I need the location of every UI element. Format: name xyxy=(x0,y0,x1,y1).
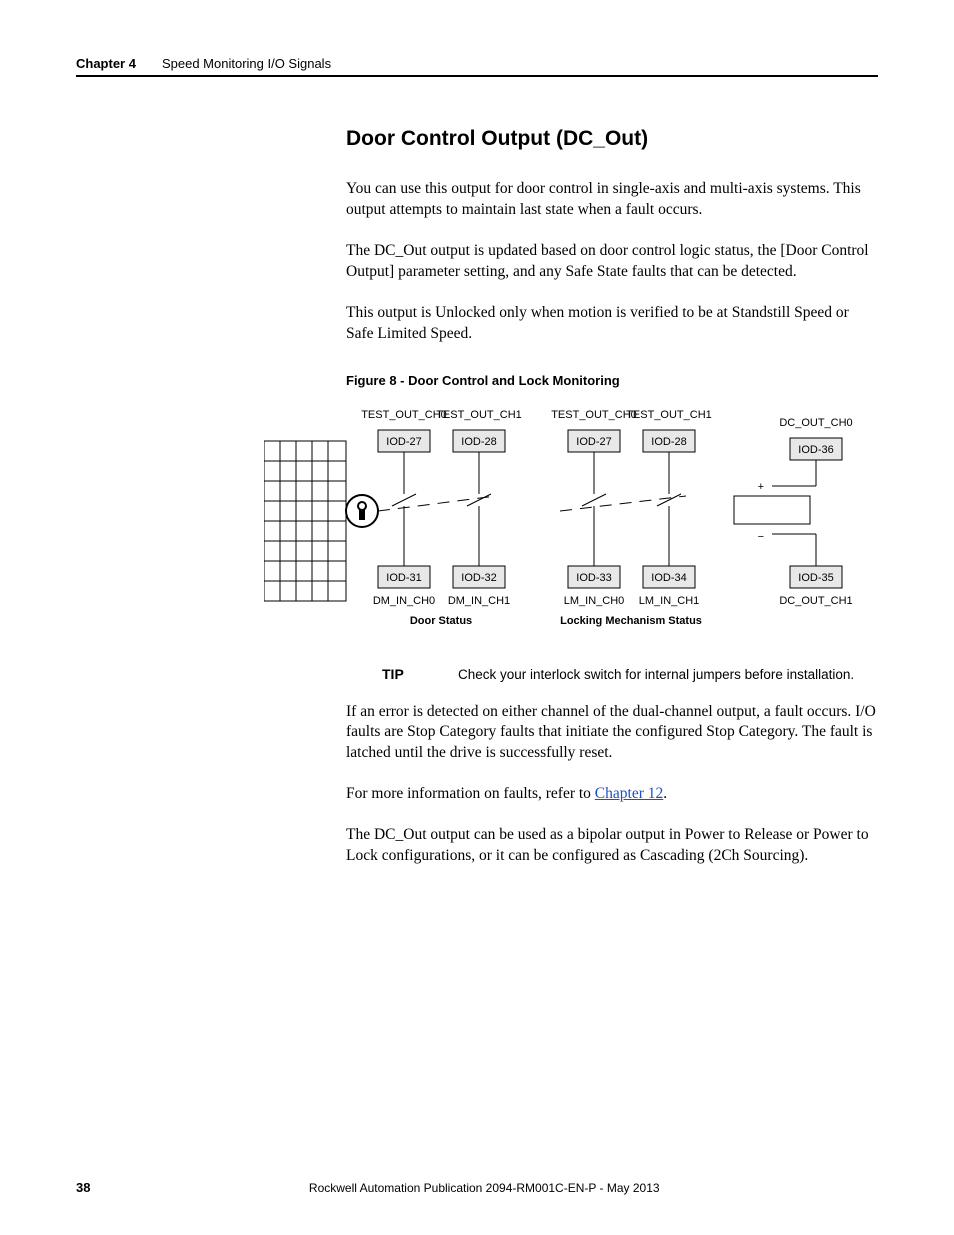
paragraph: If an error is detected on either channe… xyxy=(346,702,878,765)
tip-row: TIP Check your interlock switch for inte… xyxy=(382,666,878,682)
paragraph: For more information on faults, refer to… xyxy=(346,784,878,805)
page-number: 38 xyxy=(76,1180,90,1195)
svg-text:−: − xyxy=(758,531,764,543)
section-label: Speed Monitoring I/O Signals xyxy=(162,56,331,71)
svg-text:DM_IN_CH0: DM_IN_CH0 xyxy=(373,595,435,607)
svg-text:IOD-31: IOD-31 xyxy=(386,572,421,584)
svg-text:IOD-34: IOD-34 xyxy=(651,572,686,584)
svg-text:Door Status: Door Status xyxy=(410,615,472,627)
svg-text:TEST_OUT_CH0: TEST_OUT_CH0 xyxy=(361,409,447,421)
svg-text:DC_OUT_CH1: DC_OUT_CH1 xyxy=(779,595,852,607)
svg-text:IOD-36: IOD-36 xyxy=(798,444,833,456)
svg-text:Locking Mechanism Status: Locking Mechanism Status xyxy=(560,615,702,627)
svg-text:DM_IN_CH1: DM_IN_CH1 xyxy=(448,595,510,607)
page-footer: 38 Rockwell Automation Publication 2094-… xyxy=(76,1180,878,1195)
svg-text:IOD-28: IOD-28 xyxy=(651,436,686,448)
svg-text:IOD-28: IOD-28 xyxy=(461,436,496,448)
svg-text:LM_IN_CH0: LM_IN_CH0 xyxy=(564,595,625,607)
svg-text:DC_OUT_CH0: DC_OUT_CH0 xyxy=(779,417,852,429)
paragraph: The DC_Out output can be used as a bipol… xyxy=(346,825,878,867)
svg-text:IOD-35: IOD-35 xyxy=(798,572,833,584)
svg-text:+: + xyxy=(758,481,764,493)
paragraph: You can use this output for door control… xyxy=(346,179,878,221)
paragraph: This output is Unlocked only when motion… xyxy=(346,303,878,345)
tip-label: TIP xyxy=(382,666,458,682)
svg-text:IOD-27: IOD-27 xyxy=(386,436,421,448)
svg-text:IOD-27: IOD-27 xyxy=(576,436,611,448)
svg-text:LM_IN_CH1: LM_IN_CH1 xyxy=(639,595,700,607)
tip-text: Check your interlock switch for internal… xyxy=(458,667,854,682)
wiring-diagram: TEST_OUT_CH0 TEST_OUT_CH1 TEST_OUT_CH0 T… xyxy=(264,406,878,646)
chapter-label: Chapter 4 xyxy=(76,56,136,71)
page-title: Door Control Output (DC_Out) xyxy=(346,127,878,151)
svg-text:TEST_OUT_CH1: TEST_OUT_CH1 xyxy=(626,409,712,421)
paragraph: The DC_Out output is updated based on do… xyxy=(346,241,878,283)
publication-id: Rockwell Automation Publication 2094-RM0… xyxy=(309,1181,660,1195)
svg-text:TEST_OUT_CH1: TEST_OUT_CH1 xyxy=(436,409,522,421)
page-header: Chapter 4 Speed Monitoring I/O Signals xyxy=(76,56,878,77)
svg-text:IOD-32: IOD-32 xyxy=(461,572,496,584)
figure-caption: Figure 8 - Door Control and Lock Monitor… xyxy=(346,373,878,388)
chapter-link[interactable]: Chapter 12 xyxy=(595,785,663,802)
svg-text:IOD-33: IOD-33 xyxy=(576,572,611,584)
svg-text:TEST_OUT_CH0: TEST_OUT_CH0 xyxy=(551,409,637,421)
